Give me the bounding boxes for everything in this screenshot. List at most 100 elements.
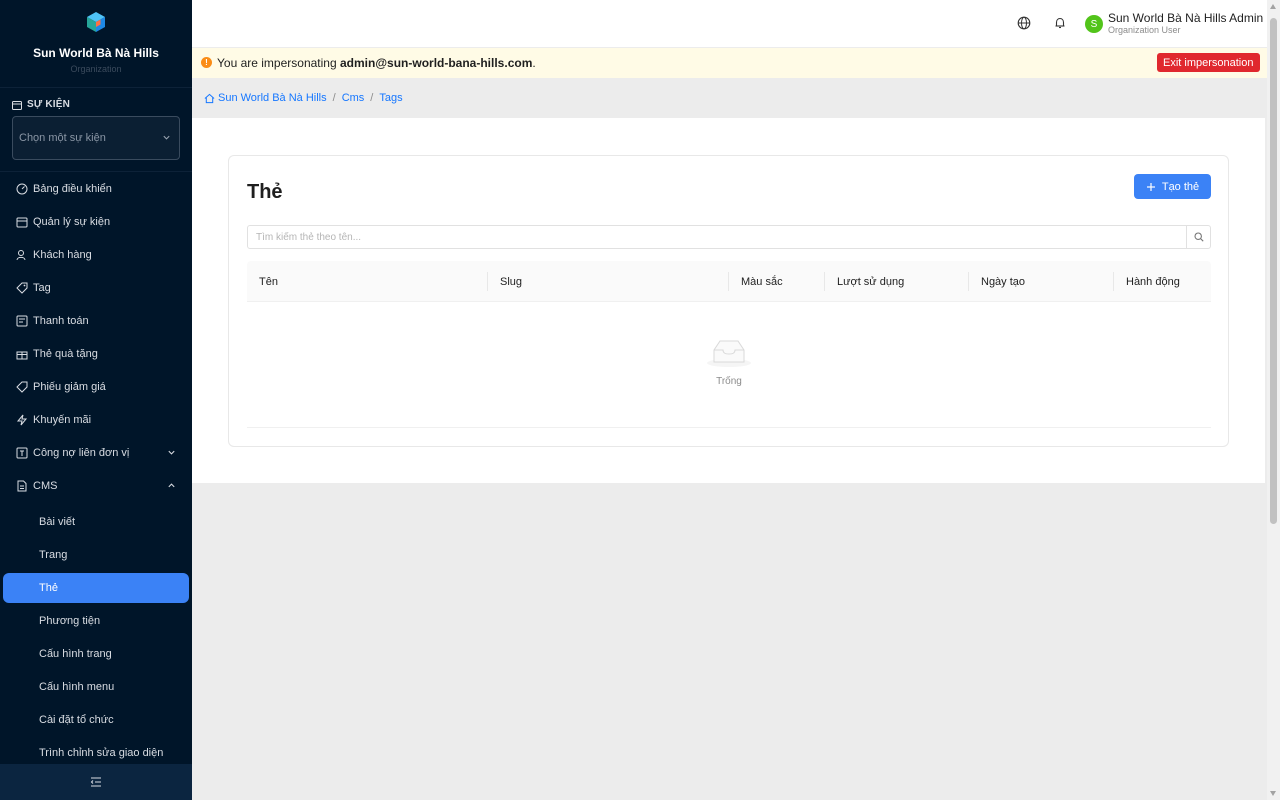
lightning-icon	[16, 414, 28, 426]
top-header	[192, 0, 1267, 47]
impersonation-suffix: .	[532, 56, 536, 70]
sidebar-subitem-posts[interactable]: Bài viết	[0, 507, 192, 537]
empty-box-icon	[707, 340, 751, 367]
sidebar-subitem-page-config[interactable]: Cấu hình trang	[0, 639, 192, 669]
sidebar-item-label: Phiếu giảm giá	[33, 381, 106, 393]
calendar-icon	[16, 217, 28, 228]
sidebar: Sun World Bà Nà Hills Organization SỰ KI…	[0, 0, 192, 800]
event-section-label: SỰ KIỆN	[12, 99, 70, 110]
column-header-color: Màu sắc	[741, 275, 783, 288]
column-header-name: Tên	[259, 275, 278, 288]
event-select[interactable]: Chọn một sự kiện	[12, 116, 180, 160]
ledger-icon	[16, 447, 28, 459]
file-icon	[17, 480, 27, 492]
sidebar-item-label: Thanh toán	[33, 315, 89, 327]
brand-logo-icon	[87, 12, 105, 32]
page-title: Thẻ	[247, 181, 283, 203]
breadcrumb-home[interactable]: Sun World Bà Nà Hills	[218, 92, 327, 104]
breadcrumb: Sun World Bà Nà Hills / Cms / Tags	[192, 78, 1267, 118]
sidebar-item-inter-unit-debt[interactable]: Công nợ liên đơn vị	[0, 438, 192, 468]
sidebar-item-payments[interactable]: Thanh toán	[0, 306, 192, 336]
create-tag-label: Tạo thẻ	[1161, 180, 1200, 193]
sidebar-item-label: Tag	[33, 282, 51, 294]
sidebar-item-tag[interactable]: Tag	[0, 273, 192, 303]
sidebar-item-label: CMS	[33, 480, 58, 492]
sidebar-item-coupons[interactable]: Phiếu giảm giá	[0, 372, 192, 402]
column-header-slug: Slug	[500, 275, 523, 288]
impersonated-email: admin@sun-world-bana-hills.com	[339, 56, 533, 70]
exit-impersonation-button[interactable]: Exit impersonation	[1157, 53, 1260, 72]
home-icon	[204, 93, 215, 103]
main-content: Thẻ Tạo thẻ Tên Slug Màu sắc Lượt sử dụn…	[192, 118, 1265, 483]
table-header: Tên Slug Màu sắc Lượt sử dụng Ngày tạo H…	[247, 261, 1211, 302]
empty-text: Trống	[716, 376, 742, 387]
scroll-thumb[interactable]	[1270, 18, 1277, 524]
sidebar-item-label: Thẻ quà tặng	[33, 348, 98, 360]
coupon-icon	[16, 381, 28, 393]
column-header-actions: Hành động	[1126, 275, 1180, 288]
tag-icon	[16, 282, 28, 294]
sidebar-item-events[interactable]: Quản lý sự kiện	[0, 207, 192, 237]
page-scrollbar[interactable]	[1267, 0, 1280, 800]
empty-state: Trống	[247, 302, 1211, 428]
scroll-up-arrow[interactable]	[1270, 4, 1276, 9]
search-box	[247, 225, 1211, 249]
create-tag-button[interactable]: Tạo thẻ	[1134, 174, 1211, 199]
users-icon	[16, 250, 26, 261]
event-section-label-text: SỰ KIỆN	[27, 99, 71, 110]
brand-subtitle: Organization	[70, 64, 122, 74]
plus-icon	[1146, 182, 1155, 191]
brand-name: Sun World Bà Nà Hills	[33, 46, 159, 60]
sidebar-item-label: Quản lý sự kiện	[33, 216, 111, 228]
gift-icon	[16, 351, 28, 360]
sidebar-subitem-label: Cấu hình trang	[39, 648, 112, 660]
search-icon	[1193, 232, 1204, 242]
sidebar-item-label: Khách hàng	[33, 249, 92, 261]
payment-icon	[16, 315, 28, 327]
brand: Sun World Bà Nà Hills Organization	[0, 0, 192, 88]
event-select-placeholder: Chọn một sự kiện	[19, 132, 106, 144]
search-button[interactable]	[1186, 226, 1210, 248]
sidebar-subitem-label: Thẻ	[39, 582, 58, 594]
globe-icon[interactable]	[1017, 16, 1031, 30]
column-header-created: Ngày tạo	[981, 275, 1026, 288]
sidebar-subitem-tags[interactable]: Thẻ	[3, 573, 189, 603]
breadcrumb-separator: /	[332, 92, 336, 104]
sidebar-item-cms[interactable]: CMS	[0, 471, 192, 501]
breadcrumb-current[interactable]: Tags	[379, 92, 402, 104]
impersonation-message: You are impersonating admin@sun-world-ba…	[217, 56, 536, 70]
scroll-down-arrow[interactable]	[1270, 791, 1276, 796]
sidebar-item-gift-cards[interactable]: Thẻ quà tặng	[0, 339, 192, 369]
sidebar-item-label: Khuyến mãi	[33, 414, 92, 426]
sidebar-subitem-label: Bài viết	[39, 516, 76, 528]
chevron-down-icon	[168, 450, 175, 455]
avatar[interactable]: S	[1085, 15, 1103, 33]
menu-divider	[0, 171, 192, 172]
sidebar-item-promotions[interactable]: Khuyến mãi	[0, 405, 192, 435]
sidebar-subitem-media[interactable]: Phương tiện	[0, 606, 192, 636]
breadcrumb-separator: /	[370, 92, 374, 104]
sidebar-subitem-pages[interactable]: Trang	[0, 540, 192, 570]
tags-card: Thẻ Tạo thẻ Tên Slug Màu sắc Lượt sử dụn…	[228, 155, 1229, 447]
chevron-down-icon	[163, 135, 170, 140]
sidebar-collapse-button[interactable]	[0, 764, 192, 800]
sidebar-subitem-label: Cài đặt tổ chức	[39, 714, 114, 726]
bell-icon[interactable]	[1053, 16, 1067, 30]
sidebar-subitem-label: Trang	[39, 549, 68, 561]
sidebar-item-label: Công nợ liên đơn vị	[33, 447, 130, 459]
sidebar-item-dashboard[interactable]: Bảng điều khiển	[0, 174, 192, 204]
impersonation-banner: ! You are impersonating admin@sun-world-…	[192, 48, 1267, 78]
warning-icon: !	[201, 57, 212, 68]
sidebar-item-customers[interactable]: Khách hàng	[0, 240, 192, 270]
sidebar-subitem-org-settings[interactable]: Cài đặt tổ chức	[0, 705, 192, 735]
menu-fold-icon	[90, 777, 101, 787]
chevron-up-icon	[168, 483, 175, 488]
breadcrumb-section[interactable]: Cms	[342, 92, 365, 104]
sidebar-subitem-label: Phương tiện	[39, 615, 101, 627]
sidebar-item-label: Bảng điều khiển	[33, 183, 112, 195]
user-name[interactable]: Sun World Bà Nà Hills Admin	[1108, 11, 1263, 25]
user-role: Organization User	[1108, 25, 1181, 35]
calendar-icon	[12, 100, 22, 110]
search-input[interactable]	[248, 226, 1186, 248]
sidebar-subitem-menu-config[interactable]: Cấu hình menu	[0, 672, 192, 702]
